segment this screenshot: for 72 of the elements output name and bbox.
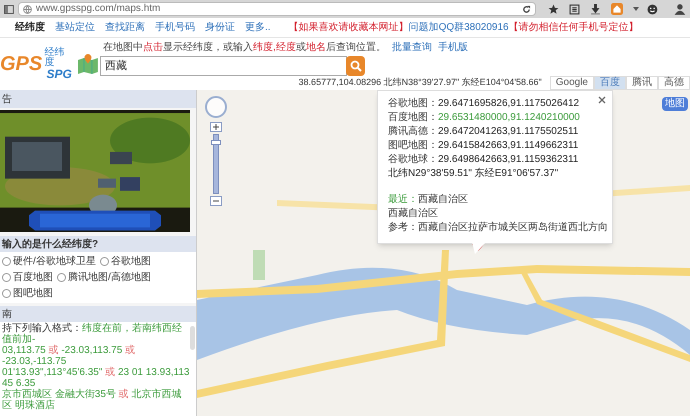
- logo-subtitle: 经纬度: [44, 48, 66, 68]
- map-type-tab[interactable]: 百度: [594, 76, 626, 90]
- user-icon[interactable]: [674, 3, 686, 15]
- help-text: 持下列输入格式：纬度在前，若南纬西经值前加-: [2, 323, 183, 345]
- coordinate-row: 谷歌地球：29.6498642663,91.1159362311: [388, 153, 578, 167]
- download-icon[interactable]: [590, 4, 602, 14]
- list-icon[interactable]: [569, 4, 580, 14]
- link[interactable]: 批量查询: [392, 40, 432, 54]
- radio-option[interactable]: 谷歌地图: [100, 254, 151, 269]
- close-button[interactable]: [597, 95, 606, 104]
- nav-link[interactable]: 经纬度: [15, 20, 45, 35]
- dms-text: 北纬N29°38'59.51" 东经E91°06'57.37": [388, 167, 560, 181]
- reference-text: 参考：西藏自治区拉萨市城关区两岛街道西北方向: [388, 221, 608, 235]
- map-button[interactable]: 地图: [662, 97, 688, 111]
- radio-option[interactable]: 腾讯地图/高德地图: [57, 270, 151, 285]
- map-type-tab[interactable]: 腾讯: [626, 76, 658, 90]
- zoom-in-button[interactable]: [210, 122, 222, 132]
- sidebar-icon[interactable]: [4, 4, 14, 14]
- star-icon[interactable]: [548, 4, 560, 14]
- nav-link[interactable]: 身份证: [205, 20, 235, 35]
- search-button[interactable]: [346, 56, 365, 76]
- caret-icon[interactable]: [633, 7, 640, 11]
- map-type-tab[interactable]: 高德: [658, 76, 690, 90]
- map-icon: [76, 52, 100, 76]
- section-header: 南: [0, 306, 196, 322]
- help-text: 03,113.75 或 -23.03,113.75 或 -23.03,-113.75: [2, 345, 136, 367]
- section-header: 告: [0, 90, 196, 108]
- radio-button[interactable]: [2, 273, 11, 282]
- search-icon: [350, 60, 362, 72]
- zoom-slider[interactable]: [213, 134, 219, 194]
- help-text: 01'13.93",113°45'6.35" 或 23 01 13.93,113 45 6.35: [2, 367, 190, 389]
- address-bar[interactable]: www.gpsspg.com/maps.htm: [18, 2, 536, 16]
- link[interactable]: 手机版: [438, 40, 468, 54]
- coordinate-row: 百度地图：29.6531480000,91.1240210000: [388, 111, 580, 125]
- notice-link[interactable]: 【请勿相信任何手机号定位】: [508, 20, 639, 35]
- logo-text: SPG: [46, 68, 72, 80]
- radio-button[interactable]: [2, 257, 11, 266]
- url-text: www.gpsspg.com/maps.htm: [36, 4, 162, 14]
- smiley-icon[interactable]: [647, 4, 658, 14]
- radio-button[interactable]: [2, 289, 11, 298]
- zoom-out-button[interactable]: [210, 196, 222, 206]
- coordinate-row: 图吧地图：29.6415842663,91.1149662311: [388, 139, 578, 153]
- minus-icon: [213, 200, 219, 202]
- home-icon[interactable]: [611, 3, 624, 15]
- notice-link[interactable]: 【如果喜欢请收藏本网址】: [288, 20, 409, 35]
- coordinate-row: 腾讯高德：29.6472041263,91.1175502511: [388, 125, 578, 139]
- plus-icon: [213, 124, 219, 130]
- close-icon: [598, 96, 606, 104]
- help-text: 京市西城区 金融大街35号 或 北京市西城区 明珠酒店: [2, 389, 182, 411]
- nav-link[interactable]: 更多..: [245, 20, 271, 35]
- nearest-text: 最近：西藏自治区: [388, 193, 469, 207]
- logo-text: GPS: [0, 54, 42, 74]
- notice-link[interactable]: 问题加QQ群38020916: [408, 20, 509, 35]
- map-type-tab[interactable]: Google: [550, 76, 594, 90]
- radio-button[interactable]: [100, 257, 109, 266]
- reload-icon[interactable]: [522, 4, 532, 14]
- region-text: 西藏自治区: [388, 207, 439, 221]
- scrollbar[interactable]: [190, 326, 195, 350]
- slider-thumb[interactable]: [211, 140, 221, 146]
- nav-link[interactable]: 查找距离: [105, 20, 145, 35]
- nav-link[interactable]: 手机号码: [155, 20, 195, 35]
- radio-button[interactable]: [57, 273, 66, 282]
- radio-option[interactable]: 硬件/谷歌地球卫星: [2, 254, 96, 269]
- nav-link[interactable]: 基站定位: [55, 20, 95, 35]
- globe-icon: [22, 4, 32, 14]
- coordinates-text: 38.65777,104.08296 北纬N38°39'27.97" 东经E104°04'58.66": [298, 76, 542, 88]
- radio-option[interactable]: 百度地图: [2, 270, 53, 285]
- hint-text: 在地图中点击显示经纬度，或输入纬度,经度或地名后查询位置。: [103, 40, 386, 54]
- section-header: 输入的是什么经纬度?: [0, 236, 196, 252]
- search-field[interactable]: 西藏: [100, 56, 347, 76]
- coordinate-row: 谷歌地图：29.6471695826,91.1175026412: [388, 97, 580, 111]
- radio-option[interactable]: 图吧地图: [2, 286, 53, 301]
